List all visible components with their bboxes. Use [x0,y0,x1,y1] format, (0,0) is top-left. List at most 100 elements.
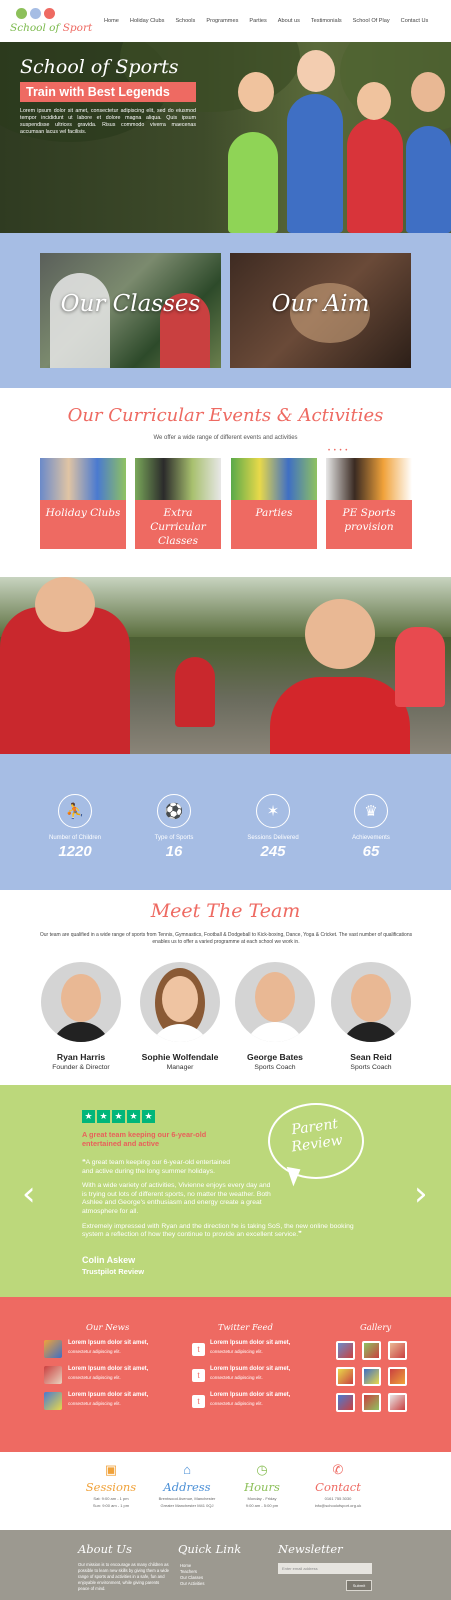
gallery-thumb[interactable] [336,1341,355,1360]
tweet-item[interactable]: t Lorem Ipsum dolor sit amet, consectetu… [192,1366,300,1386]
briefcase-icon: ▣ [104,1462,118,1477]
event-label: Extra Curricular Classes [150,507,206,547]
team-member-ryan[interactable]: Ryan Harris Founder & Director [33,962,129,1071]
tweet-item[interactable]: t Lorem Ipsum dolor sit amet, consectetu… [192,1392,300,1412]
our-classes-label: Our Classes [60,291,201,317]
trophy-icon: ♛ [354,794,388,828]
event-card-holiday-clubs[interactable]: Holiday Clubs [40,458,126,549]
stat-achievements: ♛ Achievements 65 [326,794,416,860]
tweet-item[interactable]: t Lorem Ipsum dolor sit amet, consectetu… [192,1340,300,1360]
star-icon: ★ [82,1110,95,1123]
carousel-dots[interactable]: • • • • [328,448,348,454]
gallery-thumb[interactable] [336,1393,355,1412]
gallery-thumb[interactable] [388,1367,407,1386]
gallery-title: Gallery [360,1323,392,1333]
info-address: ⌂ Address Brentwood Avenue, Manchester G… [147,1462,227,1509]
gallery-thumb[interactable] [362,1393,381,1412]
running-icon: ⛹ [58,794,92,828]
logo-balls-icon [16,8,55,19]
stat-value: 65 [362,843,380,860]
star-icon: ★ [97,1110,110,1123]
action-photo [0,577,451,754]
next-arrow-icon[interactable]: › [414,1174,428,1214]
news-item[interactable]: Lorem Ipsum dolor sit amet, consectetur … [44,1366,152,1386]
review-headline: A great team keeping our 6-year-old ente… [82,1130,207,1148]
news-item[interactable]: Lorem Ipsum dolor sit amet, consectetur … [44,1340,152,1360]
avatar [331,962,411,1042]
nav-about-us[interactable]: About us [278,18,300,24]
hero-child-photo [228,132,278,233]
nav-holiday-clubs[interactable]: Holiday Clubs [130,18,165,24]
team-member-sophie[interactable]: Sophie Wolfendale Manager [132,962,228,1071]
news-title: Our News [86,1323,130,1333]
news-item[interactable]: Lorem Ipsum dolor sit amet, consectetur … [44,1392,152,1412]
stat-sessions: ✶ Sessions Delivered 245 [228,794,318,860]
team-subtitle: Our team are qualified in a wide range o… [39,932,413,945]
phone-icon: ✆ [332,1462,344,1477]
newsletter-submit-button[interactable]: Submit [346,1580,372,1591]
newsletter-email-input[interactable]: Enter email address [278,1563,372,1574]
hero-title: School of Sports [20,56,179,78]
team-member-george[interactable]: George Bates Sports Coach [227,962,323,1071]
team-member-sean[interactable]: Sean Reid Sports Coach [323,962,419,1071]
gallery-thumb[interactable] [388,1341,407,1360]
stat-value: 245 [260,843,286,860]
hero-body-text: Lorem ipsum dolor sit amet, consectetur … [20,108,196,135]
our-aim-card[interactable]: Our Aim [230,253,411,368]
clock-icon: ◷ [256,1462,268,1477]
footer-link-activities[interactable]: Our Activities [180,1581,240,1587]
event-card-pe-sports[interactable]: PE Sports provision [326,458,412,549]
nav-schools[interactable]: Schools [175,18,195,24]
gallery-thumb[interactable] [336,1367,355,1386]
twitter-icon: t [192,1395,205,1408]
nav-school-of-play[interactable]: School Of Play [353,18,390,24]
stat-value: 16 [165,843,183,860]
news-thumbnail [44,1340,62,1358]
event-label: Parties [255,507,293,519]
info-contact: ✆ Contact 0161 755 3030 info@schoolofspo… [298,1462,378,1509]
info-hours: ◷ Hours Monday - Friday 9:00 am - 5:00 p… [222,1462,302,1509]
star-icon: ★ [112,1110,125,1123]
team-title: Meet The Team [150,900,301,922]
newsletter-title: Newsletter [278,1542,343,1556]
review-source: Trustpilot Review [82,1267,145,1276]
gallery-thumb[interactable] [362,1367,381,1386]
stat-sports: ⚽ Type of Sports 16 [129,794,219,860]
star-icon: ★ [127,1110,140,1123]
site-logo[interactable]: School of Sport [10,6,92,36]
sports-balls-icon: ⚽ [157,794,191,828]
nav-contact-us[interactable]: Contact Us [401,18,429,24]
hero-tagline: Train with Best Legends [20,82,196,102]
review-author: Colin Askew [82,1255,136,1265]
prev-arrow-icon[interactable]: ‹ [22,1174,36,1214]
events-subtitle: We offer a wide range of different event… [153,435,298,441]
site-header: School of Sport Home Holiday Clubs Schoo… [0,0,451,42]
event-label: Holiday Clubs [45,507,121,519]
avatar [235,962,315,1042]
stat-value: 1220 [58,843,92,860]
info-sessions: ▣ Sessions Sat: 9:00 am - 1 pm Sun: 9:00… [71,1462,151,1509]
stretching-icon: ✶ [256,794,290,828]
nav-home[interactable]: Home [104,18,119,24]
events-title: Our Curricular Events & Activities [67,405,384,426]
nav-testimonials[interactable]: Testimonials [311,18,342,24]
gallery-thumb[interactable] [362,1341,381,1360]
about-text: Our mission is to encourage as many chil… [78,1562,170,1591]
nav-programmes[interactable]: Programmes [206,18,238,24]
our-aim-label: Our Aim [271,291,370,317]
nav-parties[interactable]: Parties [249,18,266,24]
quick-links-title: Quick Link [178,1542,242,1556]
twitter-title: Twitter Feed [218,1323,273,1333]
twitter-icon: t [192,1369,205,1382]
star-icon: ★ [142,1110,155,1123]
news-thumbnail [44,1392,62,1410]
map-pin-icon: ⌂ [183,1462,191,1477]
main-nav: Home Holiday Clubs Schools Programmes Pa… [104,18,428,24]
about-title: About Us [78,1542,132,1556]
gallery-thumb[interactable] [388,1393,407,1412]
event-card-parties[interactable]: Parties [231,458,317,549]
logo-text: School of Sport [10,22,93,34]
event-card-extra-curricular[interactable]: Extra Curricular Classes [135,458,221,549]
our-classes-card[interactable]: Our Classes [40,253,221,368]
news-thumbnail [44,1366,62,1384]
